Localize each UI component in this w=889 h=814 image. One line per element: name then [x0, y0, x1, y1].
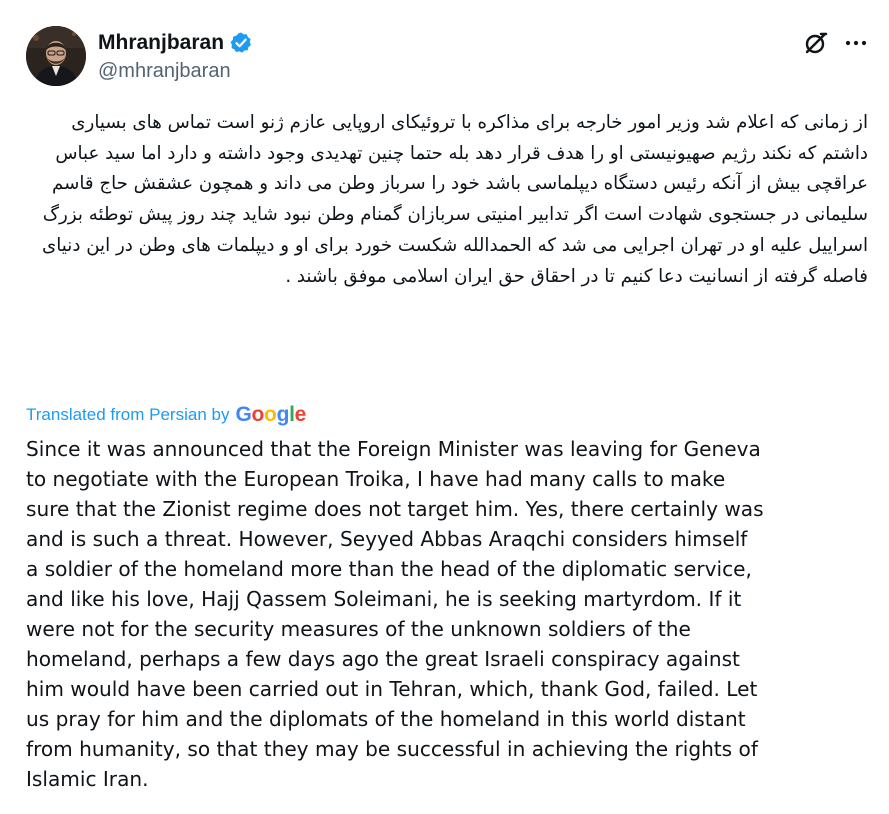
tweet-card: Mhranjbaran @mhranjbaran از زمانی که اعل…	[0, 0, 889, 814]
translation-attribution: Translated from Persian by Google	[26, 400, 306, 430]
display-name[interactable]: Mhranjbaran	[98, 31, 224, 55]
grok-icon[interactable]	[803, 30, 829, 56]
translated-line: Islamic Iran.	[26, 767, 149, 791]
tweet-original-text: از زمانی که اعلام شد وزیر امور خارجه برا…	[42, 112, 868, 287]
avatar[interactable]	[26, 26, 86, 86]
tweet-header: Mhranjbaran @mhranjbaran	[26, 26, 869, 90]
translated-line: and like his love, Hajj Qassem Soleimani…	[26, 587, 742, 611]
tweet-translated-text: Since it was announced that the Foreign …	[26, 434, 876, 794]
translated-line: Since it was announced that the Foreign …	[26, 437, 761, 461]
google-logo-letter: G	[235, 403, 252, 426]
translated-line: sure that the Zionist regime does not ta…	[26, 497, 764, 521]
translated-line: a soldier of the homeland more than the …	[26, 557, 752, 581]
translated-line: to negotiate with the European Troika, I…	[26, 467, 726, 491]
author-handle[interactable]: @mhranjbaran	[98, 60, 253, 83]
name-row: Mhranjbaran	[98, 28, 253, 58]
translated-line: us pray for him and the diplomats of the…	[26, 707, 746, 731]
translated-line: and is such a threat. However, Seyyed Ab…	[26, 527, 748, 551]
google-logo-letter: e	[294, 403, 307, 426]
translated-line: homeland, perhaps a few days ago the gre…	[26, 647, 740, 671]
author-info: Mhranjbaran @mhranjbaran	[98, 28, 253, 83]
google-logo-letter: g	[276, 403, 290, 426]
translated-from-link[interactable]: Translated from Persian by	[26, 405, 229, 425]
translated-line: were not for the security measures of th…	[26, 617, 691, 641]
google-logo-letter: o	[264, 403, 277, 426]
google-logo-letter: o	[251, 403, 265, 426]
avatar-image	[26, 26, 86, 86]
verified-badge-icon[interactable]	[229, 31, 253, 55]
translated-line: from humanity, so that they may be succe…	[26, 737, 758, 761]
google-logo: Google	[235, 403, 306, 427]
header-actions	[803, 30, 869, 56]
translated-line: him would have been carried out in Tehra…	[26, 677, 758, 701]
more-options-icon[interactable]	[843, 30, 869, 56]
